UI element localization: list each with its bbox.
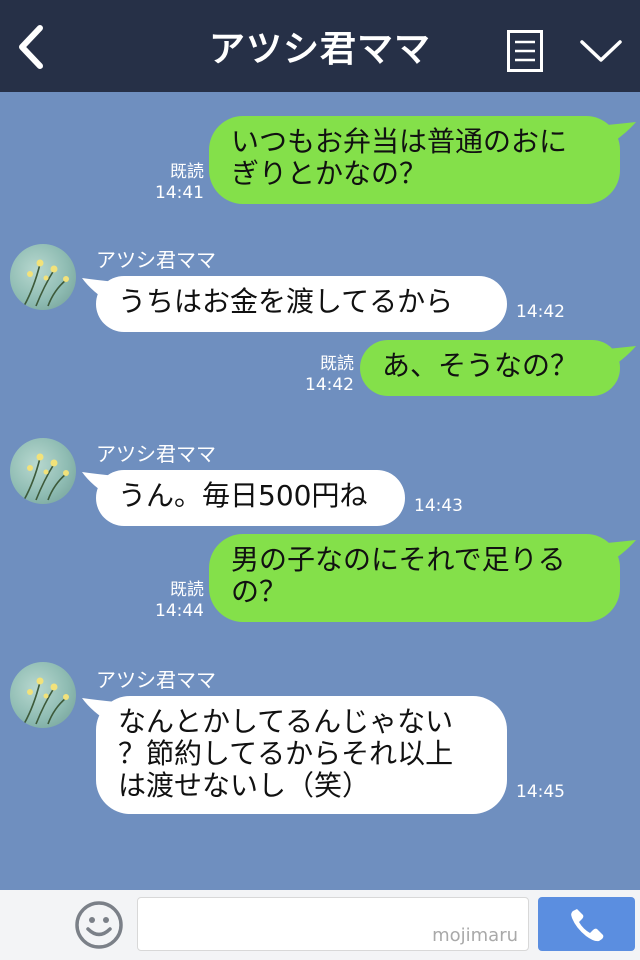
message-time: 14:42 [516, 302, 565, 322]
message-meta: 既読 14:44 [140, 580, 204, 622]
message-time: 14:44 [155, 601, 204, 621]
message-text-line: うちはお金を渡してるから [118, 285, 454, 318]
read-label: 既読 [170, 162, 204, 182]
call-button[interactable] [538, 897, 635, 951]
chat-area[interactable]: いつもお弁当は普通のおに ぎりとかなの？ 既読 14:41 アツシ君ママ うちは… [0, 92, 640, 890]
message-time: 14:42 [305, 375, 354, 395]
chat-title: アツシ君ママ [208, 29, 431, 70]
message-meta: 既読 14:42 [290, 354, 354, 396]
message-bubble[interactable]: うちはお金を渡してるから [96, 276, 507, 332]
smiley-icon[interactable] [74, 900, 124, 950]
message-text-line: うん。毎日500円ね [118, 479, 368, 512]
read-label: 既読 [320, 354, 354, 374]
menu-icon[interactable] [507, 30, 543, 72]
message-meta: 既読 14:41 [140, 162, 204, 204]
sender-name: アツシ君ママ [96, 248, 216, 272]
avatar-flowers-icon [23, 259, 69, 307]
message-time: 14:45 [516, 782, 565, 802]
avatar-flowers-icon [23, 453, 69, 501]
message-text-line: なんとかしてるんじゃない [118, 705, 454, 738]
message-text-line: 男の子なのにそれで足りる [231, 543, 566, 576]
message-text-line: ぎりとかなの？ [231, 157, 428, 190]
message-text-line: の？ [231, 575, 288, 608]
message-text-line: ？節約してるからそれ以上 [118, 737, 454, 770]
avatar[interactable] [10, 244, 76, 310]
message-bubble[interactable]: なんとかしてるんじゃない ？節約してるからそれ以上 は渡せないし（笑） [96, 696, 507, 814]
phone-icon [571, 909, 604, 942]
message-time: 14:43 [414, 496, 463, 516]
read-label: 既読 [170, 580, 204, 600]
message-bubble[interactable]: うん。毎日500円ね [96, 470, 405, 526]
watermark-text: mojimaru [432, 925, 518, 946]
sender-name: アツシ君ママ [96, 442, 216, 466]
avatar[interactable] [10, 662, 76, 728]
message-bubble[interactable]: あ、そうなの？ [360, 340, 620, 396]
message-input[interactable]: mojimaru [137, 897, 529, 951]
message-text-line: は渡せないし（笑） [118, 769, 371, 802]
message-bubble[interactable]: いつもお弁当は普通のおに ぎりとかなの？ [209, 116, 620, 204]
avatar-flowers-icon [23, 677, 69, 725]
message-text-line: いつもお弁当は普通のおに [231, 125, 568, 158]
sender-name: アツシ君ママ [96, 668, 216, 692]
message-text-line: あ、そうなの？ [382, 349, 579, 382]
message-bubble[interactable]: 男の子なのにそれで足りる の？ [209, 534, 620, 622]
chevron-down-icon[interactable] [578, 36, 624, 66]
avatar[interactable] [10, 438, 76, 504]
chat-header: アツシ君ママ [0, 0, 640, 92]
message-time: 14:41 [155, 183, 204, 203]
